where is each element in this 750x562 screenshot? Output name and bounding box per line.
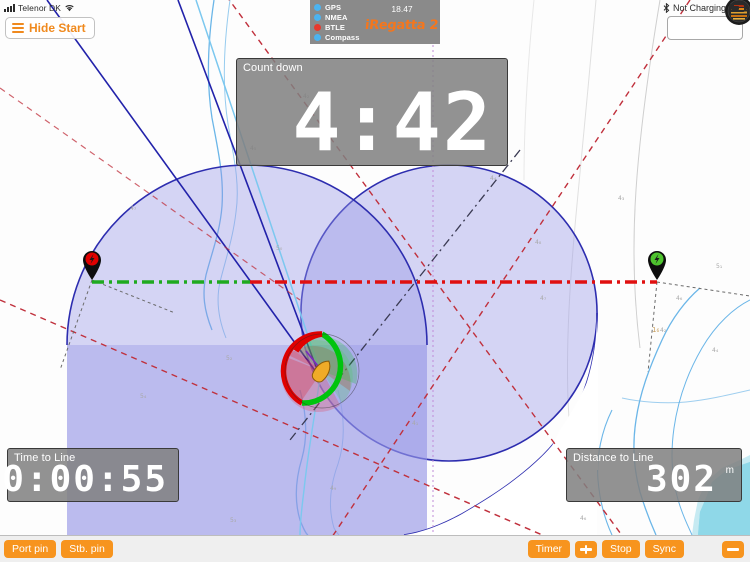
svg-text:5₀: 5₀ <box>276 245 283 252</box>
svg-text:5₁: 5₁ <box>716 263 723 270</box>
distance-to-line-value: 302 <box>645 459 717 500</box>
hamburger-menu-icon <box>12 23 24 33</box>
svg-text:5₄: 5₄ <box>140 393 147 400</box>
connection-row-btle[interactable]: BTLE <box>314 23 359 33</box>
connection-row-compass[interactable]: Compass <box>314 32 359 42</box>
svg-text:4₃: 4₃ <box>618 195 625 202</box>
countdown-panel[interactable]: Count down 4:42 <box>236 58 508 166</box>
compass-status-dot <box>314 33 321 41</box>
app-brand-label: iRegatta 2 <box>364 18 440 33</box>
add-button[interactable] <box>575 540 598 558</box>
connection-status-panel[interactable]: GPS NMEA BTLE Compass 18.47 iRegatta 2 <box>310 0 440 44</box>
distance-to-line-unit: m <box>725 465 734 476</box>
countdown-value: 4:42 <box>292 76 493 169</box>
starboard-pin-marker[interactable] <box>646 248 668 280</box>
svg-text:4₆: 4₆ <box>676 295 683 302</box>
toolbar-left-group: Port pin Stb. pin <box>0 539 113 559</box>
btle-label: BTLE <box>325 22 345 32</box>
connection-panel-right: 18.47 iRegatta 2 <box>364 2 440 42</box>
timer-button[interactable]: Timer <box>527 539 571 559</box>
svg-text:4₂: 4₂ <box>660 327 667 334</box>
bottom-toolbar: Port pin Stb. pin Timer Stop Sync <box>0 535 750 562</box>
svg-text:5₂: 5₂ <box>226 355 233 362</box>
svg-text:5₃: 5₃ <box>230 517 237 524</box>
svg-text:4₄: 4₄ <box>490 175 497 182</box>
distance-to-line-panel[interactable]: Distance to Line 302 m <box>566 448 742 502</box>
sync-button[interactable]: Sync <box>644 539 684 559</box>
hide-start-button[interactable]: Hide Start <box>5 17 95 39</box>
compass-gauge-icon[interactable] <box>725 0 750 25</box>
connection-list: GPS NMEA BTLE Compass <box>314 2 359 42</box>
compass-label: Compass <box>325 32 360 42</box>
countdown-label: Count down <box>243 62 303 74</box>
connection-row-gps[interactable]: GPS <box>314 3 359 13</box>
svg-text:1₆: 1₆ <box>652 326 659 334</box>
btle-status-dot <box>314 23 321 31</box>
gps-label: GPS <box>325 3 342 13</box>
boat-position-indicator[interactable] <box>280 329 364 413</box>
svg-text:4₉: 4₉ <box>330 485 337 492</box>
time-to-line-value: 0:00:55 <box>2 459 168 500</box>
nmea-label: NMEA <box>325 13 348 23</box>
svg-text:4₈: 4₈ <box>535 239 542 246</box>
toolbar-right-group: Timer Stop Sync <box>527 539 750 559</box>
distance-to-line-label: Distance to Line <box>573 452 654 464</box>
port-pin-marker[interactable] <box>81 248 103 280</box>
svg-text:4₇: 4₇ <box>540 295 547 302</box>
svg-text:4₄: 4₄ <box>712 347 719 354</box>
hide-start-label: Hide Start <box>29 21 86 35</box>
stb-pin-button[interactable]: Stb. pin <box>61 539 113 559</box>
svg-text:4₆: 4₆ <box>580 515 587 522</box>
clock-label: 18.47 <box>391 4 413 14</box>
svg-text:4₇: 4₇ <box>130 205 137 212</box>
gps-status-dot <box>314 4 321 12</box>
time-to-line-panel[interactable]: Time to Line 0:00:55 <box>2 448 179 502</box>
nmea-status-dot <box>314 14 321 22</box>
connection-row-nmea[interactable]: NMEA <box>314 13 359 23</box>
svg-text:4₁: 4₁ <box>412 420 419 427</box>
remove-button[interactable] <box>722 540 744 558</box>
stop-button[interactable]: Stop <box>602 539 640 559</box>
port-pin-button[interactable]: Port pin <box>4 539 57 559</box>
minus-icon <box>727 548 739 551</box>
